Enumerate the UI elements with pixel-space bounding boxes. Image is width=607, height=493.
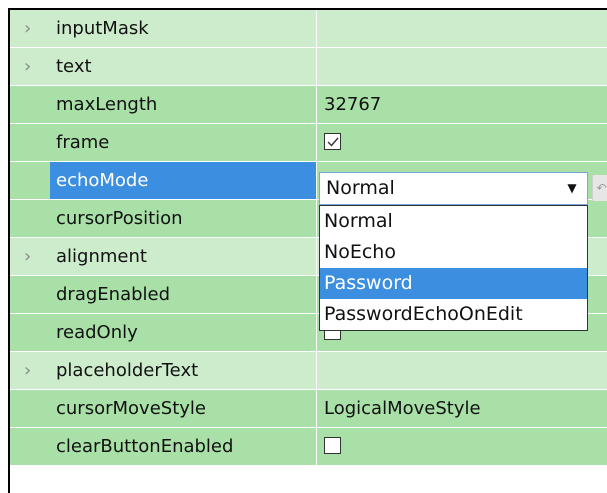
echo-mode-combobox[interactable]: Normal ▼ xyxy=(319,172,588,205)
property-value[interactable] xyxy=(316,10,607,48)
property-name: text xyxy=(56,56,92,77)
property-name: placeholderText xyxy=(56,360,199,381)
triangle-down-icon[interactable]: ▼ xyxy=(565,173,579,204)
property-editor: › inputMask › text maxLength 32767 frame… xyxy=(8,8,607,493)
property-name: readOnly xyxy=(56,322,138,343)
dropdown-option-noecho[interactable]: NoEcho xyxy=(320,237,587,268)
dropdown-option-passwordechoonedit[interactable]: PasswordEchoOnEdit xyxy=(320,299,587,330)
checkmark-icon xyxy=(327,137,339,147)
property-name: echoMode xyxy=(50,162,316,200)
property-row-placeholderText[interactable]: › placeholderText xyxy=(10,352,607,390)
property-value[interactable]: 32767 xyxy=(316,86,607,124)
reset-arrow-icon[interactable]: ↶ xyxy=(592,175,607,201)
clearButtonEnabled-checkbox[interactable] xyxy=(324,437,341,454)
property-name: maxLength xyxy=(56,94,158,115)
property-name: clearButtonEnabled xyxy=(56,436,234,457)
frame-checkbox[interactable] xyxy=(324,133,341,150)
dropdown-option-normal[interactable]: Normal xyxy=(320,206,587,237)
property-name: inputMask xyxy=(56,18,149,39)
property-value xyxy=(316,124,607,162)
property-row-clearButtonEnabled[interactable]: clearButtonEnabled xyxy=(10,428,607,466)
property-row-text[interactable]: › text xyxy=(10,48,607,86)
property-value[interactable] xyxy=(316,48,607,86)
property-value xyxy=(316,428,607,466)
property-name: cursorMoveStyle xyxy=(56,398,206,419)
row-divider xyxy=(10,465,607,466)
property-row-maxLength[interactable]: maxLength 32767 xyxy=(10,86,607,124)
property-name: cursorPosition xyxy=(56,208,183,229)
property-name: dragEnabled xyxy=(56,284,171,305)
property-name: frame xyxy=(56,132,110,153)
property-value[interactable] xyxy=(316,352,607,390)
property-row-frame[interactable]: frame xyxy=(10,124,607,162)
property-value[interactable]: LogicalMoveStyle xyxy=(316,390,607,428)
echo-mode-dropdown-list: Normal NoEcho Password PasswordEchoOnEdi… xyxy=(319,205,588,331)
dropdown-option-password[interactable]: Password xyxy=(320,268,587,299)
property-name: alignment xyxy=(56,246,147,267)
property-row-cursorMoveStyle[interactable]: cursorMoveStyle LogicalMoveStyle xyxy=(10,390,607,428)
property-row-inputMask[interactable]: › inputMask xyxy=(10,10,607,48)
combo-current-value: Normal xyxy=(326,177,395,199)
